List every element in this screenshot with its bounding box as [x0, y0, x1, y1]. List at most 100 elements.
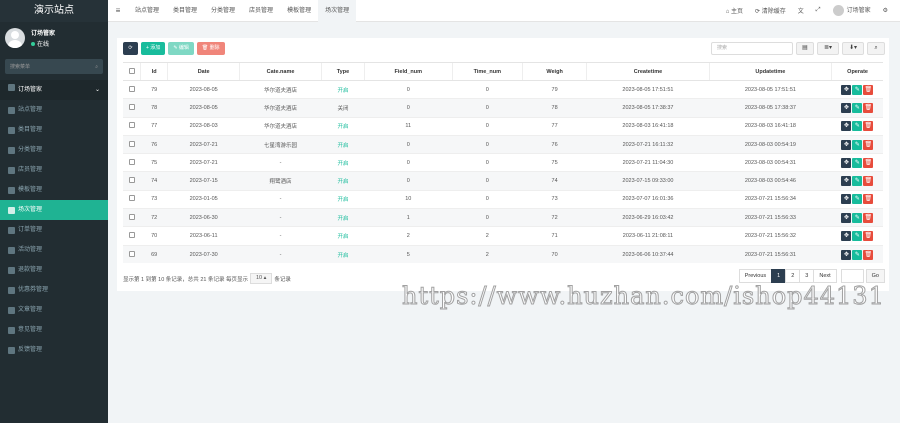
- column-header[interactable]: Updatetime: [708, 62, 832, 81]
- cell-type[interactable]: 开启: [321, 244, 365, 264]
- row-checkbox[interactable]: [128, 140, 135, 147]
- language-icon[interactable]: 文: [798, 6, 804, 15]
- row-select-cell[interactable]: [123, 134, 141, 154]
- cell-type[interactable]: 开启: [321, 189, 365, 209]
- edit-icon[interactable]: ✎: [852, 84, 863, 95]
- cell-type[interactable]: 关闭: [321, 98, 365, 118]
- cell-type[interactable]: 开启: [321, 171, 365, 191]
- sidebar-item[interactable]: 场次管理: [0, 200, 108, 220]
- row-checkbox[interactable]: [128, 177, 135, 184]
- table-row[interactable]: 79 2023-08-05 华尔道夫酒店 开启 0 0 79 2023-08-05 17:51…: [123, 79, 883, 99]
- row-checkbox[interactable]: [128, 122, 135, 129]
- home-link[interactable]: ⌂ 主页: [726, 6, 743, 15]
- row-checkbox[interactable]: [128, 195, 135, 202]
- trash-icon[interactable]: 🗑: [863, 231, 874, 242]
- nav-tab[interactable]: 类目管理: [166, 0, 204, 22]
- sidebar-item[interactable]: 文章管理: [0, 300, 108, 320]
- cell-type[interactable]: 开启: [321, 226, 365, 246]
- edit-icon[interactable]: ✎: [852, 102, 863, 113]
- edit-icon[interactable]: ✎: [852, 157, 863, 168]
- table-row[interactable]: 70 2023-06-11- 开启 2 2 71 2023-06-11 21:08:11 20…: [123, 226, 883, 246]
- edit-icon[interactable]: ✎: [852, 121, 863, 132]
- drag-sort-icon[interactable]: ✥: [841, 139, 852, 150]
- sidebar-search[interactable]: 搜索菜单 ⌕: [5, 59, 103, 74]
- toggle-view-icon[interactable]: ▤: [796, 42, 814, 55]
- nav-tab[interactable]: 模板管理: [280, 0, 318, 22]
- trash-icon[interactable]: 🗑: [863, 84, 874, 95]
- trash-icon[interactable]: 🗑: [863, 121, 874, 132]
- row-select-cell[interactable]: [123, 79, 141, 99]
- refresh-button[interactable]: ⟳: [123, 42, 138, 55]
- drag-sort-icon[interactable]: ✥: [841, 231, 852, 242]
- nav-tab[interactable]: 分类管理: [204, 0, 242, 22]
- row-select-cell[interactable]: [123, 98, 141, 118]
- row-select-cell[interactable]: [123, 226, 141, 246]
- edit-icon[interactable]: ✎: [852, 249, 863, 260]
- drag-sort-icon[interactable]: ✥: [841, 194, 852, 205]
- table-row[interactable]: 76 2023-07-21 七星湾游乐园 开启 0 0 76 2023-07-21 16:11…: [123, 134, 883, 154]
- user-menu[interactable]: 订场管家: [832, 5, 871, 16]
- sidebar-item[interactable]: 意见管理: [0, 320, 108, 340]
- table-search-input[interactable]: 搜索: [711, 42, 793, 55]
- nav-tab[interactable]: 场次管理: [318, 0, 357, 22]
- fullscreen-icon[interactable]: ⤢: [816, 7, 821, 14]
- edit-icon[interactable]: ✎: [852, 176, 863, 187]
- row-select-cell[interactable]: [123, 171, 141, 191]
- edit-icon[interactable]: ✎: [852, 212, 863, 223]
- nav-tab[interactable]: 站点管理: [128, 0, 166, 22]
- clear-cache-button[interactable]: ⟳ 清除缓存: [755, 6, 786, 15]
- cell-type[interactable]: 开启: [321, 153, 365, 172]
- row-select-cell[interactable]: [123, 153, 141, 172]
- select-all-cell[interactable]: [123, 62, 141, 81]
- column-header[interactable]: Id: [140, 62, 168, 81]
- cell-type[interactable]: 开启: [321, 134, 365, 154]
- page-size-select[interactable]: 10 ▴: [250, 273, 273, 284]
- cell-type[interactable]: 开启: [321, 208, 365, 227]
- add-button[interactable]: + 添加: [141, 42, 166, 55]
- next-page-button[interactable]: Next: [813, 269, 837, 283]
- page-number-button[interactable]: 1: [771, 269, 787, 283]
- row-checkbox[interactable]: [128, 213, 135, 220]
- column-header[interactable]: Date: [167, 62, 240, 81]
- column-header[interactable]: Cate.name: [239, 62, 322, 81]
- export-dropdown-icon[interactable]: ⬇▾: [842, 42, 864, 55]
- sidebar-item[interactable]: 优惠券管理: [0, 280, 108, 300]
- search-icon[interactable]: ⌕: [95, 64, 98, 70]
- columns-dropdown-icon[interactable]: ≣▾: [817, 42, 839, 55]
- row-select-cell[interactable]: [123, 244, 141, 264]
- sidebar-item[interactable]: 分类管理: [0, 140, 108, 160]
- select-all-checkbox[interactable]: [128, 67, 135, 74]
- previous-page-button[interactable]: Previous: [738, 269, 773, 283]
- page-number-button[interactable]: 3: [799, 269, 815, 283]
- column-header[interactable]: Operate: [831, 62, 883, 81]
- drag-sort-icon[interactable]: ✥: [841, 212, 852, 223]
- table-row[interactable]: 72 2023-06-30- 开启 1 0 72 2023-06-29 16:03:42 20…: [123, 208, 883, 227]
- sidebar-group-header[interactable]: 订场管家 ⌄: [0, 80, 108, 100]
- table-row[interactable]: 69 2023-07-30- 开启 5 2 70 2023-06-06 10:37:44 20…: [123, 244, 883, 264]
- drag-sort-icon[interactable]: ✥: [841, 121, 852, 132]
- trash-icon[interactable]: 🗑: [863, 139, 874, 150]
- sidebar-item[interactable]: 活动管理: [0, 240, 108, 260]
- row-select-cell[interactable]: [123, 208, 141, 227]
- drag-sort-icon[interactable]: ✥: [841, 157, 852, 168]
- table-row[interactable]: 78 2023-08-05 华尔道夫酒店 关闭 0 0 78 2023-08-05 17:38…: [123, 98, 883, 118]
- column-header[interactable]: Type: [321, 62, 365, 81]
- trash-icon[interactable]: 🗑: [863, 212, 874, 223]
- trash-icon[interactable]: 🗑: [863, 157, 874, 168]
- delete-button[interactable]: 🗑 删除: [196, 42, 225, 55]
- advanced-search-icon[interactable]: ⌕: [867, 42, 885, 55]
- sidebar-item[interactable]: 模板管理: [0, 180, 108, 200]
- drag-sort-icon[interactable]: ✥: [841, 84, 852, 95]
- trash-icon[interactable]: 🗑: [863, 249, 874, 260]
- drag-sort-icon[interactable]: ✥: [841, 249, 852, 260]
- sidebar-item[interactable]: 店员管理: [0, 160, 108, 180]
- row-select-cell[interactable]: [123, 189, 141, 209]
- column-header[interactable]: Createtime: [586, 62, 710, 81]
- table-row[interactable]: 75 2023-07-21- 开启 0 0 75 2023-07-21 11:04:30 20…: [123, 153, 883, 172]
- row-checkbox[interactable]: [128, 250, 135, 257]
- edit-icon[interactable]: ✎: [852, 231, 863, 242]
- edit-icon[interactable]: ✎: [852, 194, 863, 205]
- sidebar-item[interactable]: 反馈管理: [0, 340, 108, 360]
- cell-type[interactable]: 开启: [321, 116, 365, 136]
- go-button[interactable]: Go: [865, 269, 885, 283]
